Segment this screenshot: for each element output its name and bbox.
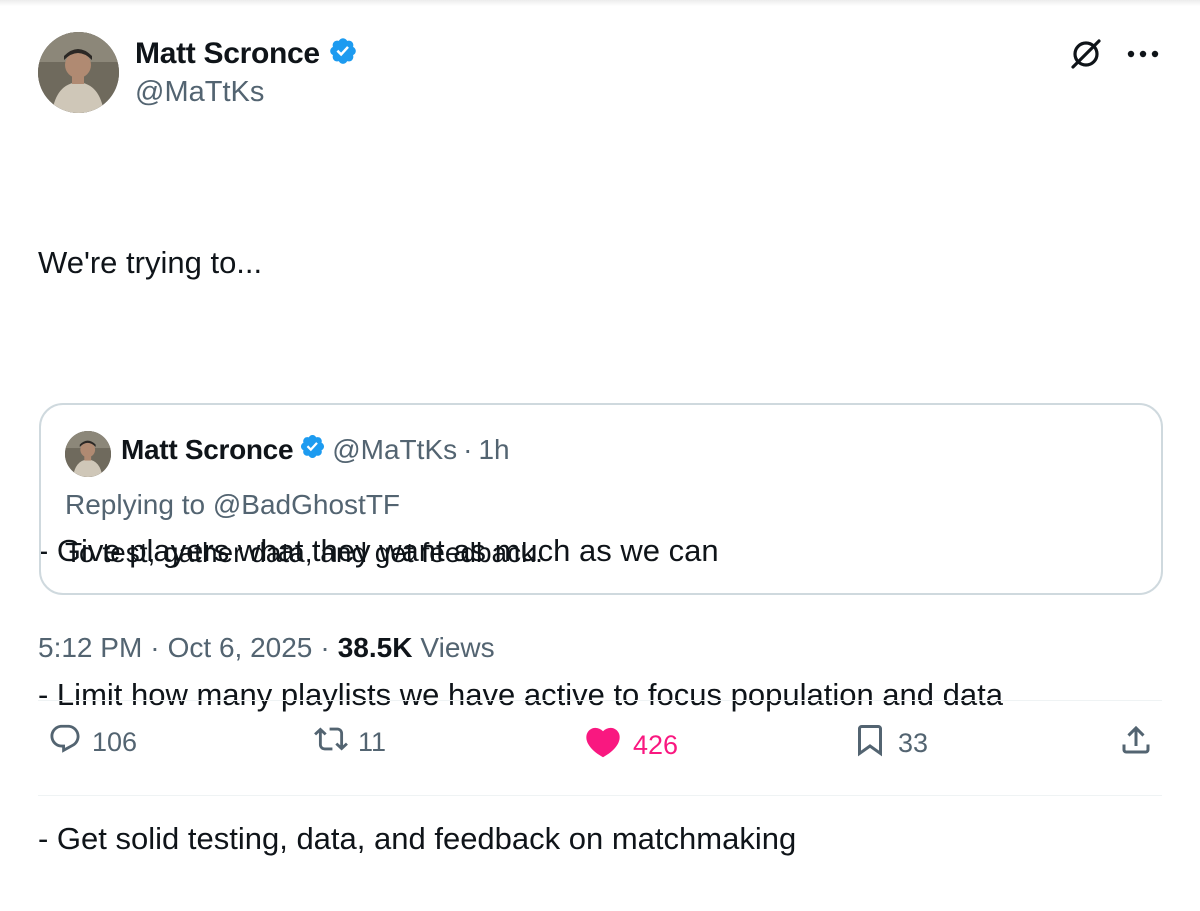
quoted-replying-to: Replying to @BadGhostTF: [65, 489, 400, 521]
replying-prefix: Replying to: [65, 489, 213, 520]
author-handle[interactable]: @MaTtKs: [135, 76, 264, 109]
heart-icon: [583, 722, 623, 769]
repost-count: 11: [358, 727, 387, 757]
verified-badge-icon: [328, 36, 358, 71]
quoted-handle[interactable]: @MaTtKs: [332, 434, 457, 466]
meta-separator: ·: [150, 632, 160, 663]
reply-button[interactable]: 106: [48, 722, 137, 763]
quoted-header: Matt Scronce @MaTtKs · 1h: [121, 433, 510, 467]
quoted-tweet-card[interactable]: Matt Scronce @MaTtKs · 1h Replying to @B…: [39, 403, 1163, 595]
more-icon[interactable]: [1126, 49, 1160, 59]
quoted-verified-badge-icon: [299, 433, 326, 467]
author-name-row: Matt Scronce: [135, 36, 358, 71]
tweet-date[interactable]: Oct 6, 2025: [168, 632, 313, 664]
bookmark-count: 33: [898, 728, 929, 758]
divider: [38, 700, 1162, 701]
share-icon: [1118, 722, 1154, 765]
bookmark-icon: [852, 722, 888, 765]
meta-separator: ·: [320, 632, 330, 663]
share-button[interactable]: [1118, 722, 1154, 765]
author-display-name[interactable]: Matt Scronce: [135, 37, 320, 71]
like-count: 426: [633, 730, 679, 760]
tweet-line: - Limit how many playlists we have activ…: [38, 677, 1003, 712]
quoted-text: To test, gather data, and get feedback.: [65, 537, 543, 568]
tweet-line: We're trying to...: [38, 245, 263, 280]
tweet-time[interactable]: 5:12 PM: [38, 632, 142, 664]
quoted-time[interactable]: 1h: [478, 434, 509, 466]
views-label: Views: [420, 632, 495, 663]
repost-icon: [314, 722, 348, 763]
divider: [38, 795, 1162, 796]
action-bar: 106 11 426 33: [38, 722, 1162, 778]
avatar[interactable]: [38, 32, 119, 113]
grok-icon[interactable]: [1068, 36, 1104, 72]
tweet-line: - Get solid testing, data, and feedback …: [38, 821, 797, 856]
like-button[interactable]: 426: [583, 722, 678, 769]
quoted-avatar[interactable]: [65, 431, 111, 477]
replying-to-handle[interactable]: @BadGhostTF: [213, 489, 400, 520]
quoted-display-name[interactable]: Matt Scronce: [121, 434, 294, 466]
reply-count: 106: [92, 727, 138, 757]
header-actions: [1068, 36, 1160, 72]
top-edge: [0, 0, 1200, 6]
quoted-separator: ·: [463, 434, 473, 465]
views-count: 38.5K: [337, 632, 413, 663]
tweet-meta: 5:12 PM · Oct 6, 2025 · 38.5K Views: [38, 632, 495, 664]
repost-button[interactable]: 11: [314, 722, 386, 763]
bookmark-button[interactable]: 33: [852, 722, 928, 765]
reply-icon: [48, 722, 82, 763]
